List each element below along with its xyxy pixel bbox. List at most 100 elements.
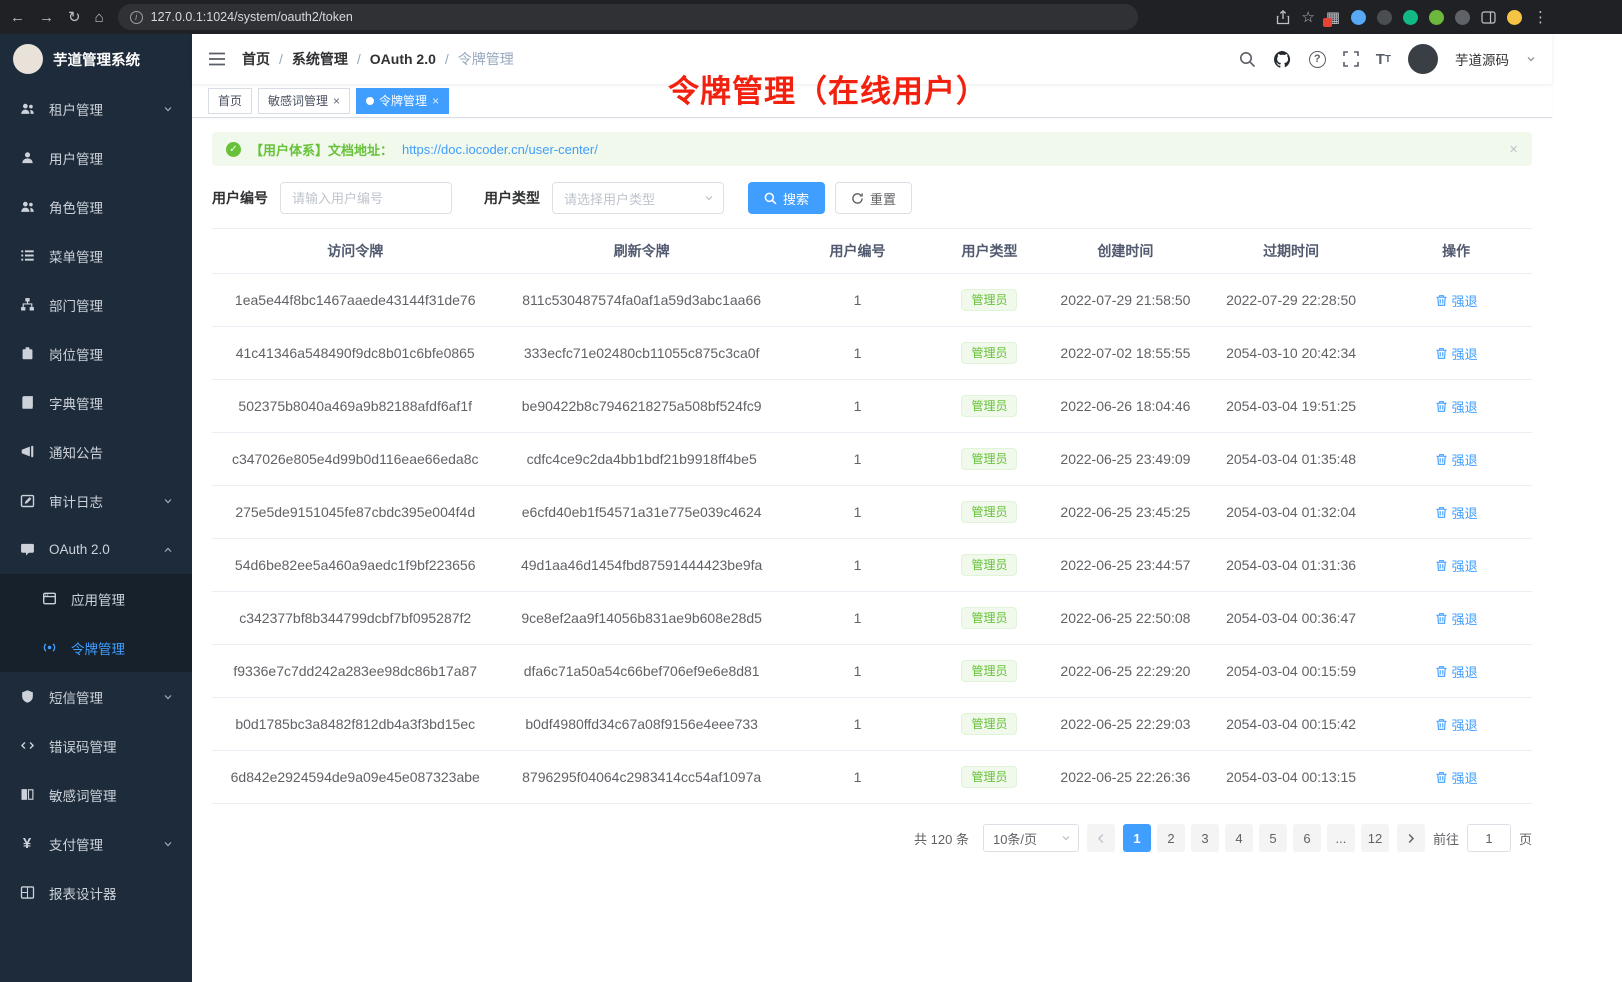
force-logout-link[interactable]: 强退: [1435, 291, 1478, 310]
docs-link[interactable]: https://doc.iocoder.cn/user-center/: [402, 142, 598, 157]
chevron-down-icon: [704, 193, 714, 203]
reset-button[interactable]: 重置: [835, 182, 912, 214]
expire-time-cell: 2054-03-04 01:31:36: [1202, 539, 1380, 592]
tab-close-icon[interactable]: ×: [333, 95, 340, 107]
forward-icon[interactable]: →: [39, 10, 54, 25]
page-more-button[interactable]: ...: [1327, 824, 1355, 852]
force-logout-link[interactable]: 强退: [1435, 344, 1478, 363]
sidebar-item-post[interactable]: 岗位管理: [0, 329, 192, 378]
force-logout-link[interactable]: 强退: [1435, 662, 1478, 681]
bookmark-star-icon[interactable]: ☆: [1301, 10, 1314, 25]
refresh-icon[interactable]: ↻: [68, 10, 81, 25]
page-button-2[interactable]: 2: [1157, 824, 1185, 852]
page-button-5[interactable]: 5: [1259, 824, 1287, 852]
force-logout-link[interactable]: 强退: [1435, 503, 1478, 522]
sidebar-item-pay[interactable]: ¥支付管理: [0, 819, 192, 868]
split-view-icon[interactable]: [1481, 11, 1496, 24]
sidebar-item-oauth2-token[interactable]: 令牌管理: [0, 623, 192, 672]
force-logout-link[interactable]: 强退: [1435, 609, 1478, 628]
tab-token[interactable]: 令牌管理×: [356, 88, 449, 114]
sidebar-item-user[interactable]: 用户管理: [0, 133, 192, 182]
force-logout-link[interactable]: 强退: [1435, 450, 1478, 469]
page-button-1[interactable]: 1: [1123, 824, 1151, 852]
alert-close-icon[interactable]: ×: [1509, 141, 1518, 158]
home-icon[interactable]: ⌂: [95, 10, 104, 25]
breadcrumb-item[interactable]: 系统管理: [292, 49, 348, 69]
sidebar-item-tenant[interactable]: 租户管理: [0, 84, 192, 133]
more-menu-icon[interactable]: ⋮: [1533, 10, 1548, 25]
pagination: 共 120 条 10条/页 123456...12 前往 页: [212, 824, 1532, 872]
page-button-3[interactable]: 3: [1191, 824, 1219, 852]
sidebar-item-menu[interactable]: 菜单管理: [0, 231, 192, 280]
page-button-6[interactable]: 6: [1293, 824, 1321, 852]
sidebar-item-dept[interactable]: 部门管理: [0, 280, 192, 329]
sidebar-item-report[interactable]: 报表设计器: [0, 868, 192, 917]
sidebar-item-label: OAuth 2.0: [49, 542, 149, 557]
prev-page-button[interactable]: [1087, 824, 1115, 852]
font-size-icon[interactable]: TT: [1376, 51, 1391, 68]
breadcrumb-item[interactable]: 首页: [242, 49, 270, 69]
sidebar-item-audit[interactable]: 审计日志: [0, 476, 192, 525]
sidebar-item-errcode[interactable]: 错误码管理: [0, 721, 192, 770]
page-list: 123456...12: [1123, 824, 1389, 852]
sidebar-item-dict[interactable]: 字典管理: [0, 378, 192, 427]
table-row: 275e5de9151045fe87cbdc395e004f4de6cfd40e…: [212, 486, 1532, 539]
user-id-input[interactable]: [280, 182, 452, 214]
extension-dark-icon[interactable]: [1377, 10, 1392, 25]
help-icon[interactable]: ?: [1309, 51, 1326, 68]
user-type-badge: 管理员: [961, 660, 1017, 682]
extension-puzzle-icon[interactable]: [1429, 10, 1444, 25]
url-bar[interactable]: i 127.0.0.1:1024/system/oauth2/token: [118, 4, 1138, 30]
refresh-token-cell: 9ce8ef2aa9f14056b831ae9b608e28d5: [498, 592, 784, 645]
search-button[interactable]: 搜索: [748, 182, 825, 214]
site-info-icon[interactable]: i: [130, 11, 143, 24]
page-button-4[interactable]: 4: [1225, 824, 1253, 852]
refresh-token-cell: dfa6c71a50a54c66bef706ef9e6e8d81: [498, 645, 784, 698]
force-logout-link[interactable]: 强退: [1435, 768, 1478, 787]
page-button-12[interactable]: 12: [1361, 824, 1389, 852]
action-cell: 强退: [1380, 698, 1532, 751]
user-menu-caret-icon[interactable]: [1526, 54, 1536, 64]
user-name[interactable]: 芋道源码: [1455, 49, 1509, 69]
sidebar-item-sms[interactable]: 短信管理: [0, 672, 192, 721]
force-logout-link[interactable]: 强退: [1435, 397, 1478, 416]
sidebar-item-oauth2-app[interactable]: 应用管理: [0, 574, 192, 623]
total-count: 共 120 条: [914, 829, 969, 848]
sidebar-item-oauth2[interactable]: OAuth 2.0: [0, 525, 192, 574]
app-title: 芋道管理系统: [53, 49, 140, 70]
force-logout-link[interactable]: 强退: [1435, 715, 1478, 734]
filter-bar: 用户编号 用户类型 请选择用户类型 搜索 重置: [212, 182, 1532, 214]
sidebar-item-notice[interactable]: 通知公告: [0, 427, 192, 476]
back-icon[interactable]: ←: [10, 10, 25, 25]
logo-avatar: [13, 44, 43, 74]
app-logo[interactable]: 芋道管理系统: [0, 34, 192, 84]
search-icon[interactable]: [1239, 51, 1256, 68]
extension-blue-icon[interactable]: [1351, 10, 1366, 25]
tree-icon: [19, 297, 35, 312]
extensions-icon[interactable]: ▦: [1326, 10, 1340, 25]
user-type-select[interactable]: 请选择用户类型: [552, 182, 724, 214]
profile-avatar-icon[interactable]: [1507, 10, 1522, 25]
tab-sensitive[interactable]: 敏感词管理×: [258, 88, 350, 114]
goto-page-input[interactable]: [1467, 824, 1511, 852]
expire-time-cell: 2054-03-10 20:42:34: [1202, 327, 1380, 380]
force-logout-link[interactable]: 强退: [1435, 556, 1478, 575]
sidebar-item-sensitive[interactable]: 敏感词管理: [0, 770, 192, 819]
extension-gray-icon[interactable]: [1455, 10, 1470, 25]
tab-home[interactable]: 首页: [208, 88, 252, 114]
access-token-cell: 502375b8040a469a9b82188afdf6af1f: [212, 380, 498, 433]
share-icon[interactable]: [1276, 10, 1290, 25]
breadcrumb-item[interactable]: OAuth 2.0: [370, 51, 436, 67]
sidebar-item-role[interactable]: 角色管理: [0, 182, 192, 231]
github-icon[interactable]: [1273, 50, 1292, 69]
user-id-cell: 1: [785, 592, 930, 645]
tab-label: 首页: [218, 92, 242, 109]
tab-close-icon[interactable]: ×: [432, 95, 439, 107]
user-avatar[interactable]: [1408, 44, 1438, 74]
next-page-button[interactable]: [1397, 824, 1425, 852]
page-size-select[interactable]: 10条/页: [983, 824, 1079, 852]
fullscreen-icon[interactable]: [1343, 51, 1359, 67]
hamburger-icon[interactable]: [208, 51, 226, 67]
expire-time-cell: 2054-03-04 01:35:48: [1202, 433, 1380, 486]
extension-green-icon[interactable]: [1403, 10, 1418, 25]
